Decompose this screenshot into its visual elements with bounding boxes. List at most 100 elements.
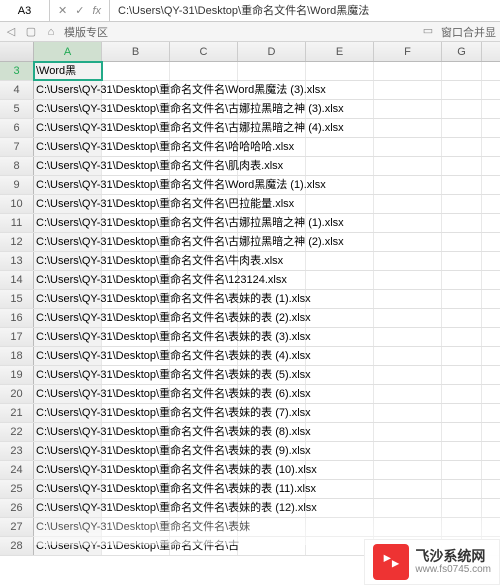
row-header[interactable]: 19 bbox=[0, 366, 34, 384]
cell[interactable]: C:\Users\QY-31\Desktop\重命名文件名\表妹的表 (8).x… bbox=[34, 423, 102, 441]
cell[interactable]: C:\Users\QY-31\Desktop\重命名文件名\古娜拉黑暗之神 (4… bbox=[34, 119, 102, 137]
cell[interactable] bbox=[374, 347, 442, 365]
row-header[interactable]: 27 bbox=[0, 518, 34, 536]
cell[interactable] bbox=[442, 233, 482, 251]
cell[interactable] bbox=[442, 499, 482, 517]
cell[interactable] bbox=[238, 62, 306, 80]
cell[interactable]: C:\Users\QY-31\Desktop\重命名文件名\表妹的表 (10).… bbox=[34, 461, 102, 479]
cell[interactable] bbox=[442, 385, 482, 403]
merge-window-icon[interactable]: ▭ bbox=[421, 24, 435, 38]
cell[interactable]: C:\Users\QY-31\Desktop\重命名文件名\哈哈哈哈.xlsx bbox=[34, 138, 102, 156]
cell[interactable] bbox=[442, 100, 482, 118]
row-header[interactable]: 28 bbox=[0, 537, 34, 555]
cell[interactable] bbox=[442, 347, 482, 365]
cell[interactable] bbox=[306, 328, 374, 346]
row-header[interactable]: 22 bbox=[0, 423, 34, 441]
cell[interactable]: C:\Users\QY-31\Desktop\重命名文件名\Word黑魔法 (3… bbox=[34, 81, 102, 99]
cell[interactable] bbox=[374, 100, 442, 118]
cell[interactable] bbox=[306, 518, 374, 536]
cell[interactable]: C:\Users\QY-31\Desktop\重命名文件名\古 bbox=[34, 537, 102, 555]
cell[interactable] bbox=[374, 366, 442, 384]
cell[interactable] bbox=[442, 138, 482, 156]
cell[interactable]: C:\Users\QY-31\Desktop\重命名文件名\牛肉表.xlsx bbox=[34, 252, 102, 270]
cell[interactable] bbox=[374, 480, 442, 498]
column-header-e[interactable]: E bbox=[306, 42, 374, 61]
cell[interactable] bbox=[374, 309, 442, 327]
cell[interactable] bbox=[306, 423, 374, 441]
row-header[interactable]: 18 bbox=[0, 347, 34, 365]
column-header-d[interactable]: D bbox=[238, 42, 306, 61]
cell[interactable] bbox=[306, 138, 374, 156]
cell[interactable] bbox=[374, 328, 442, 346]
column-header-a[interactable]: A bbox=[34, 42, 102, 61]
cell[interactable]: \Word黑 bbox=[34, 62, 102, 80]
cell[interactable] bbox=[306, 366, 374, 384]
cell[interactable] bbox=[442, 290, 482, 308]
cell[interactable] bbox=[374, 62, 442, 80]
row-header[interactable]: 4 bbox=[0, 81, 34, 99]
row-header[interactable]: 6 bbox=[0, 119, 34, 137]
row-header[interactable]: 23 bbox=[0, 442, 34, 460]
cell[interactable] bbox=[374, 252, 442, 270]
cell[interactable] bbox=[442, 480, 482, 498]
cell[interactable]: C:\Users\QY-31\Desktop\重命名文件名\表妹的表 (2).x… bbox=[34, 309, 102, 327]
cell[interactable]: C:\Users\QY-31\Desktop\重命名文件名\古娜拉黑暗之神 (1… bbox=[34, 214, 102, 232]
cell[interactable] bbox=[238, 537, 306, 555]
cell[interactable] bbox=[442, 309, 482, 327]
cell[interactable]: C:\Users\QY-31\Desktop\重命名文件名\表妹的表 (12).… bbox=[34, 499, 102, 517]
row-header[interactable]: 20 bbox=[0, 385, 34, 403]
cell[interactable] bbox=[374, 214, 442, 232]
cell[interactable] bbox=[306, 252, 374, 270]
cell[interactable] bbox=[306, 385, 374, 403]
cell[interactable] bbox=[306, 157, 374, 175]
cell[interactable] bbox=[374, 233, 442, 251]
cell[interactable]: C:\Users\QY-31\Desktop\重命名文件名\表妹的表 (11).… bbox=[34, 480, 102, 498]
accept-icon[interactable]: ✓ bbox=[71, 4, 88, 17]
cell[interactable] bbox=[374, 404, 442, 422]
cell[interactable]: C:\Users\QY-31\Desktop\重命名文件名\Word黑魔法 (1… bbox=[34, 176, 102, 194]
formula-input[interactable]: C:\Users\QY-31\Desktop\重命名文件名\Word黑魔法 bbox=[110, 0, 500, 21]
cell[interactable]: C:\Users\QY-31\Desktop\重命名文件名\表妹的表 (6).x… bbox=[34, 385, 102, 403]
cell[interactable] bbox=[306, 62, 374, 80]
cell[interactable] bbox=[442, 518, 482, 536]
cell[interactable] bbox=[442, 119, 482, 137]
merge-window-label[interactable]: 窗口合并显 bbox=[441, 24, 496, 40]
row-header[interactable]: 8 bbox=[0, 157, 34, 175]
cell[interactable] bbox=[374, 195, 442, 213]
cell[interactable] bbox=[442, 195, 482, 213]
template-area-label[interactable]: 模版专区 bbox=[64, 24, 108, 40]
cancel-icon[interactable]: ✕ bbox=[54, 4, 71, 17]
cell[interactable] bbox=[442, 81, 482, 99]
cell[interactable] bbox=[306, 195, 374, 213]
cell[interactable] bbox=[442, 62, 482, 80]
cell[interactable] bbox=[442, 157, 482, 175]
cell[interactable]: C:\Users\QY-31\Desktop\重命名文件名\古娜拉黑暗之神 (2… bbox=[34, 233, 102, 251]
cell[interactable]: C:\Users\QY-31\Desktop\重命名文件名\巴拉能量.xlsx bbox=[34, 195, 102, 213]
row-header[interactable]: 15 bbox=[0, 290, 34, 308]
row-header[interactable]: 24 bbox=[0, 461, 34, 479]
row-header[interactable]: 3 bbox=[0, 62, 34, 80]
cell[interactable] bbox=[442, 271, 482, 289]
cell[interactable]: C:\Users\QY-31\Desktop\重命名文件名\表妹的表 (4).x… bbox=[34, 347, 102, 365]
cell[interactable]: C:\Users\QY-31\Desktop\重命名文件名\123124.xls… bbox=[34, 271, 102, 289]
cell[interactable] bbox=[374, 461, 442, 479]
cell[interactable]: C:\Users\QY-31\Desktop\重命名文件名\肌肉表.xlsx bbox=[34, 157, 102, 175]
cell[interactable] bbox=[374, 385, 442, 403]
cell[interactable] bbox=[374, 518, 442, 536]
cell[interactable] bbox=[306, 347, 374, 365]
column-header-g[interactable]: G bbox=[442, 42, 482, 61]
cell[interactable] bbox=[306, 290, 374, 308]
row-header[interactable]: 7 bbox=[0, 138, 34, 156]
cell[interactable]: C:\Users\QY-31\Desktop\重命名文件名\表妹的表 (5).x… bbox=[34, 366, 102, 384]
row-header[interactable]: 9 bbox=[0, 176, 34, 194]
cell[interactable] bbox=[306, 404, 374, 422]
cell[interactable] bbox=[442, 214, 482, 232]
cell[interactable] bbox=[374, 157, 442, 175]
row-header[interactable]: 21 bbox=[0, 404, 34, 422]
cell[interactable] bbox=[374, 138, 442, 156]
fx-icon[interactable]: fx bbox=[88, 5, 105, 17]
cell[interactable]: C:\Users\QY-31\Desktop\重命名文件名\古娜拉黑暗之神 (3… bbox=[34, 100, 102, 118]
cell[interactable] bbox=[442, 461, 482, 479]
cell[interactable] bbox=[442, 252, 482, 270]
row-header[interactable]: 26 bbox=[0, 499, 34, 517]
